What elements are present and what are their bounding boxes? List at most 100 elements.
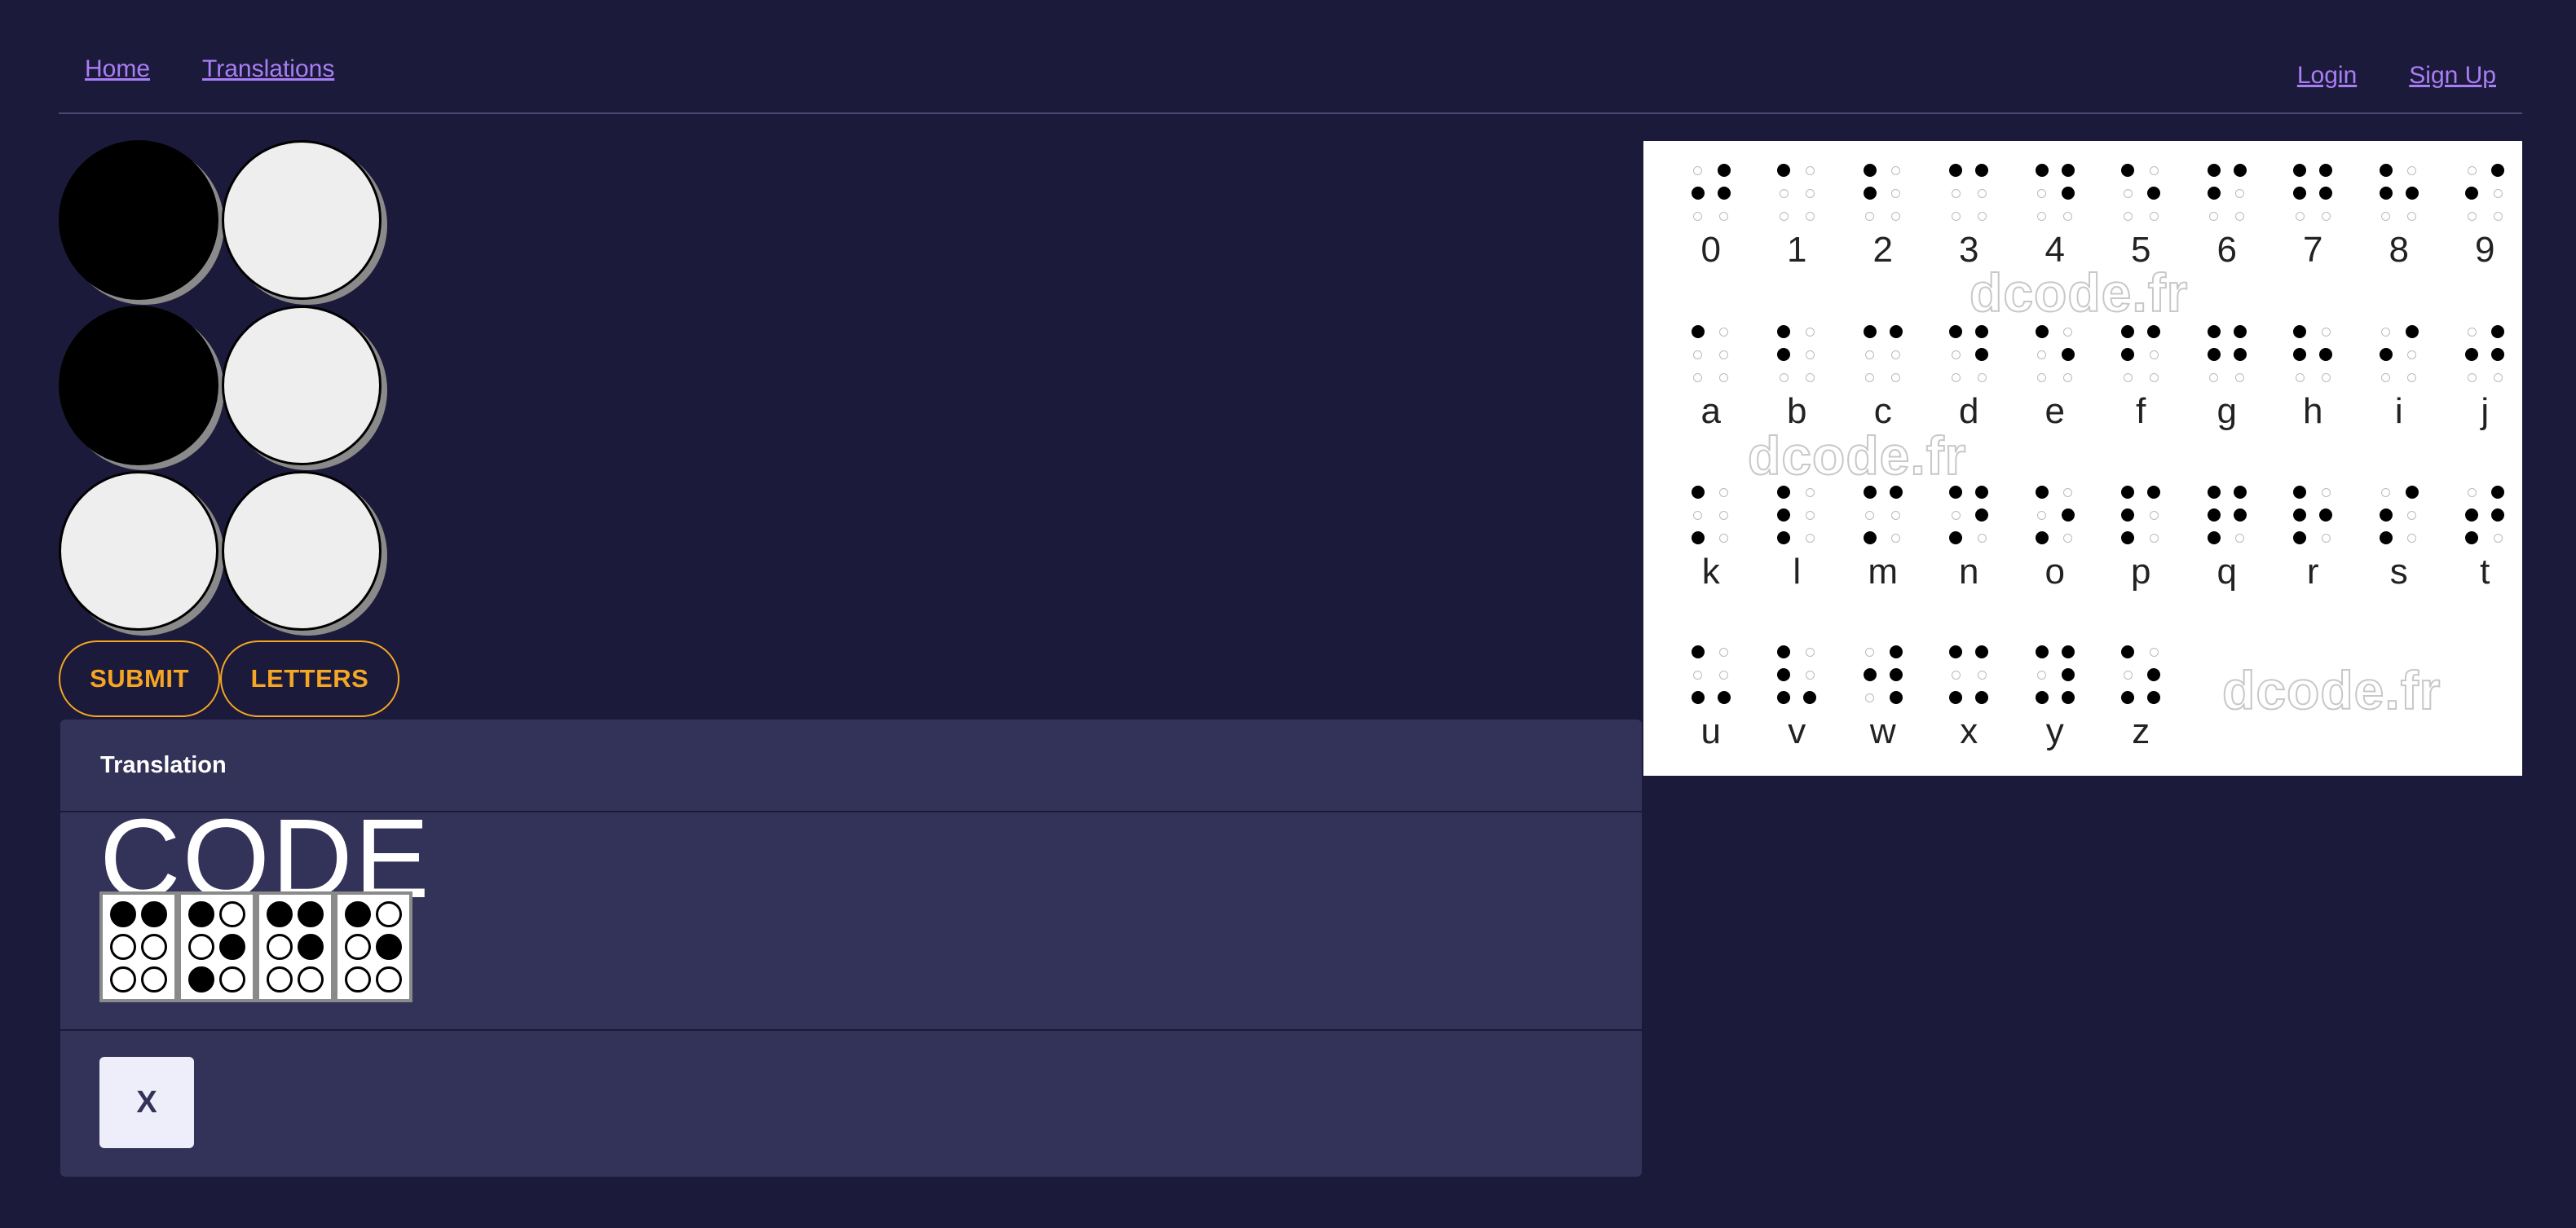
- reference-item: b: [1754, 320, 1841, 429]
- reference-dot: [2405, 187, 2419, 200]
- letters-button[interactable]: LETTERS: [220, 640, 399, 717]
- braille-input-cell-3[interactable]: [59, 306, 218, 465]
- reference-item: 2: [1840, 159, 1926, 268]
- reference-dot: [1805, 670, 1815, 680]
- reference-dot: [2493, 211, 2503, 221]
- reference-braille-pattern: [1691, 159, 1731, 227]
- reference-braille-pattern: [2465, 320, 2505, 389]
- reference-dot: [2061, 668, 2075, 681]
- reference-dot: [2121, 348, 2135, 361]
- reference-dot: [2319, 508, 2333, 522]
- reference-dot: [2381, 372, 2391, 382]
- reference-dot: [1889, 325, 1903, 338]
- reference-dot: [2407, 510, 2417, 520]
- reference-dot: [1891, 188, 1901, 198]
- reference-braille-pattern: [2207, 481, 2247, 549]
- reference-dot: [1891, 533, 1901, 543]
- reference-dot: [1717, 187, 1731, 200]
- reference-dot: [1805, 165, 1815, 175]
- reference-char: j: [2481, 391, 2490, 431]
- reference-dot: [1889, 691, 1903, 704]
- reference-dot: [1865, 693, 1875, 702]
- submit-button[interactable]: SUBMIT: [59, 640, 220, 717]
- reference-braille-pattern: [2121, 640, 2161, 709]
- reference-dot: [2235, 188, 2245, 198]
- reference-dot: [2319, 164, 2333, 177]
- reference-dot: [2379, 187, 2393, 200]
- braille-dot: [345, 966, 371, 993]
- reference-dot: [1777, 325, 1791, 338]
- reference-dot: [1803, 691, 1817, 704]
- reference-dot: [2295, 211, 2305, 221]
- reference-char: 7: [2303, 230, 2323, 270]
- reference-dot: [2207, 348, 2221, 361]
- reference-dot: [2381, 487, 2391, 497]
- reference-braille-pattern: [1949, 481, 1989, 549]
- reference-dot: [2123, 188, 2133, 198]
- reference-item: d: [1926, 320, 2013, 429]
- braille-output-cell: [178, 891, 256, 1002]
- reference-dot: [2121, 325, 2135, 338]
- reference-dot: [2147, 486, 2161, 499]
- reference-dot: [1975, 486, 1989, 499]
- braille-input-cell-6[interactable]: [222, 471, 382, 631]
- reference-dot: [1719, 510, 1729, 520]
- nav-signup-link[interactable]: Sign Up: [2409, 62, 2496, 90]
- braille-input-cell-1[interactable]: [59, 140, 218, 300]
- reference-dot: [1719, 350, 1729, 359]
- braille-input-cell-2[interactable]: [222, 140, 382, 300]
- reference-dot: [2149, 510, 2159, 520]
- clear-button[interactable]: X: [99, 1057, 194, 1148]
- reference-dot: [1949, 325, 1963, 338]
- reference-dot: [1777, 668, 1791, 681]
- nav-translations-link[interactable]: Translations: [202, 55, 334, 83]
- reference-item: u: [1668, 640, 1754, 750]
- braille-dot: [188, 966, 214, 993]
- reference-char: 5: [2131, 230, 2151, 270]
- reference-item: 5: [2098, 159, 2185, 268]
- reference-braille-pattern: [1949, 320, 1989, 389]
- reference-char: m: [1868, 552, 1899, 592]
- watermark: dcode.fr: [1969, 262, 2189, 324]
- reference-dot: [1693, 350, 1703, 359]
- reference-dot: [2207, 486, 2221, 499]
- reference-dot: [1977, 670, 1987, 680]
- reference-dot: [1691, 325, 1705, 338]
- nav-home-link[interactable]: Home: [85, 55, 150, 83]
- braille-dot: [298, 901, 324, 927]
- reference-item: n: [1926, 481, 2013, 590]
- reference-braille-pattern: [2035, 640, 2075, 709]
- braille-dot: [376, 966, 402, 993]
- reference-dot: [2293, 325, 2307, 338]
- reference-dot: [1889, 645, 1903, 658]
- reference-dot: [1977, 533, 1987, 543]
- reference-dot: [2321, 327, 2331, 337]
- reference-dot: [1777, 508, 1791, 522]
- reference-char: n: [1959, 552, 1979, 592]
- translation-card-body: CODE: [60, 803, 1642, 1031]
- braille-input-cell-4[interactable]: [222, 306, 382, 465]
- reference-char: v: [1788, 711, 1806, 751]
- braille-output-cell: [256, 891, 334, 1002]
- reference-dot: [1949, 691, 1963, 704]
- braille-input-cell-5[interactable]: [59, 471, 218, 631]
- reference-dot: [2061, 645, 2075, 658]
- reference-dot: [1951, 188, 1961, 198]
- nav-login-link[interactable]: Login: [2297, 62, 2357, 90]
- reference-char: 8: [2389, 230, 2409, 270]
- reference-dot: [1805, 487, 1815, 497]
- reference-dot: [2407, 372, 2417, 382]
- reference-dot: [2121, 508, 2135, 522]
- reference-dot: [1777, 164, 1791, 177]
- reference-dot: [2207, 325, 2221, 338]
- reference-dot: [1805, 211, 1815, 221]
- braille-dot: [219, 901, 245, 927]
- reference-dot: [2035, 486, 2049, 499]
- reference-dot: [2407, 165, 2417, 175]
- reference-item: w: [1840, 640, 1926, 750]
- reference-dot: [2061, 691, 2075, 704]
- reference-dot: [2035, 164, 2049, 177]
- reference-dot: [1863, 164, 1877, 177]
- reference-dot: [2121, 645, 2135, 658]
- reference-dot: [1719, 647, 1729, 657]
